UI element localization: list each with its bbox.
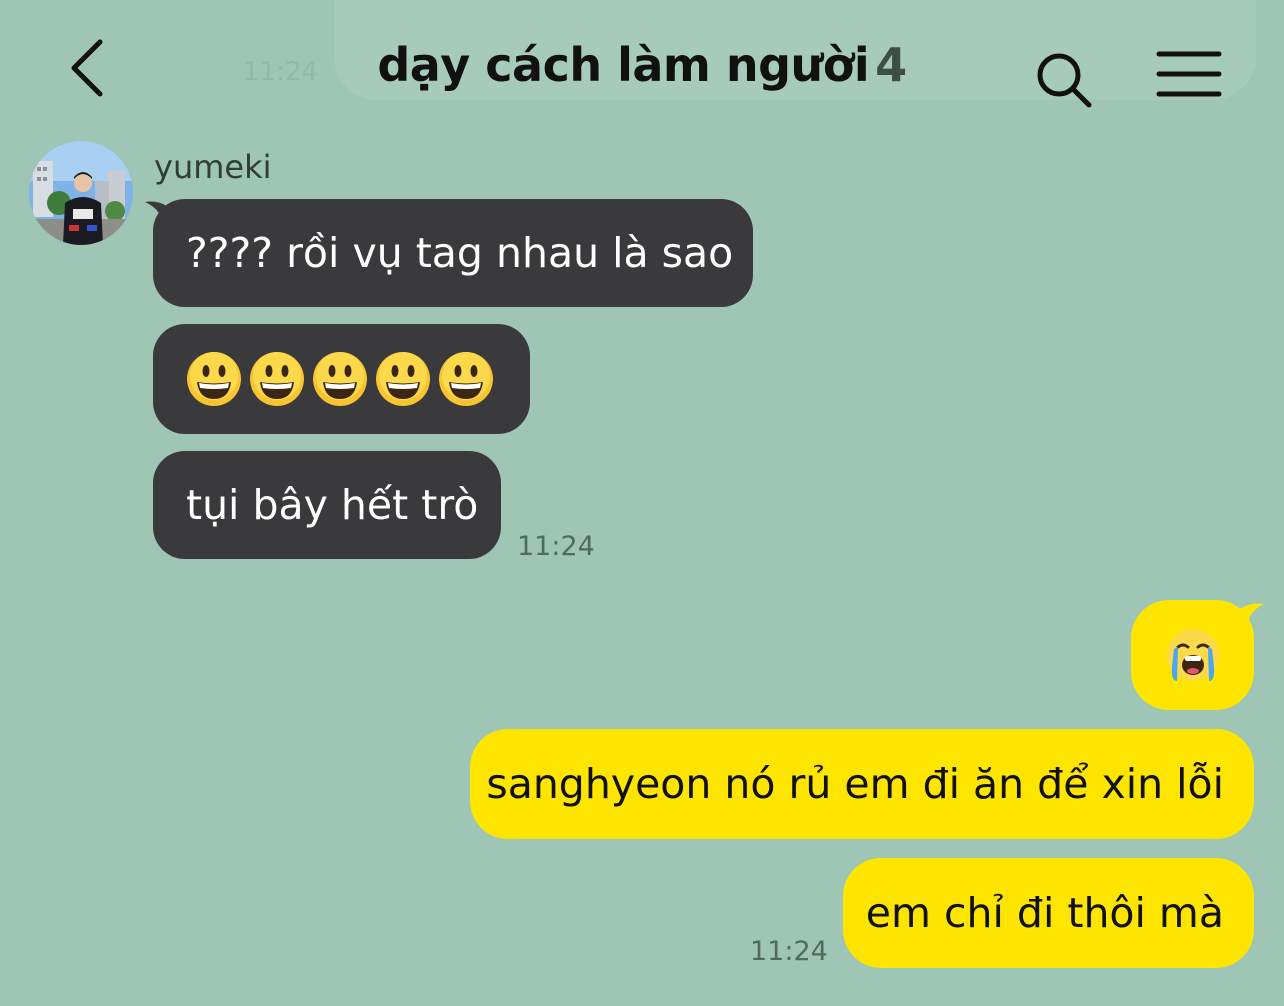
message-text: ???? rồi vụ tag nhau là sao	[186, 229, 734, 277]
member-count: 4	[875, 38, 907, 92]
incoming-message-time: 11:24	[517, 531, 595, 562]
grinning-face-emoji-icon	[376, 352, 430, 406]
avatar[interactable]	[29, 141, 133, 245]
grinning-face-emoji-icon	[250, 352, 304, 406]
message-text: em chỉ đi thôi mà	[865, 889, 1224, 937]
grinning-face-emoji-icon	[313, 352, 367, 406]
hamburger-menu-icon[interactable]	[1156, 50, 1222, 102]
incoming-message-bubble[interactable]: tụi bây hết trò	[153, 451, 501, 559]
chat-title-text: dạy cách làm người	[377, 38, 870, 92]
grinning-face-emoji-icon	[439, 352, 493, 406]
emoji-row	[186, 351, 494, 407]
loudly-crying-face-emoji-icon	[1166, 629, 1219, 681]
outgoing-message-bubble[interactable]: em chỉ đi thôi mà	[843, 858, 1254, 968]
outgoing-message-time: 11:24	[750, 936, 828, 967]
incoming-emoji-message-bubble[interactable]	[153, 324, 530, 434]
sender-name: yumeki	[154, 148, 272, 186]
message-text: sanghyeon nó rủ em đi ăn để xin lỗi	[486, 760, 1224, 808]
outgoing-message-bubble[interactable]: sanghyeon nó rủ em đi ăn để xin lỗi	[470, 729, 1254, 839]
outgoing-emoji-message-bubble[interactable]	[1131, 600, 1254, 710]
avatar-photo	[29, 141, 133, 245]
grinning-face-emoji-icon	[187, 352, 241, 406]
message-text: tụi bây hết trò	[186, 481, 479, 529]
search-icon[interactable]	[1032, 48, 1096, 112]
incoming-message-bubble[interactable]: ???? rồi vụ tag nhau là sao	[153, 199, 753, 307]
